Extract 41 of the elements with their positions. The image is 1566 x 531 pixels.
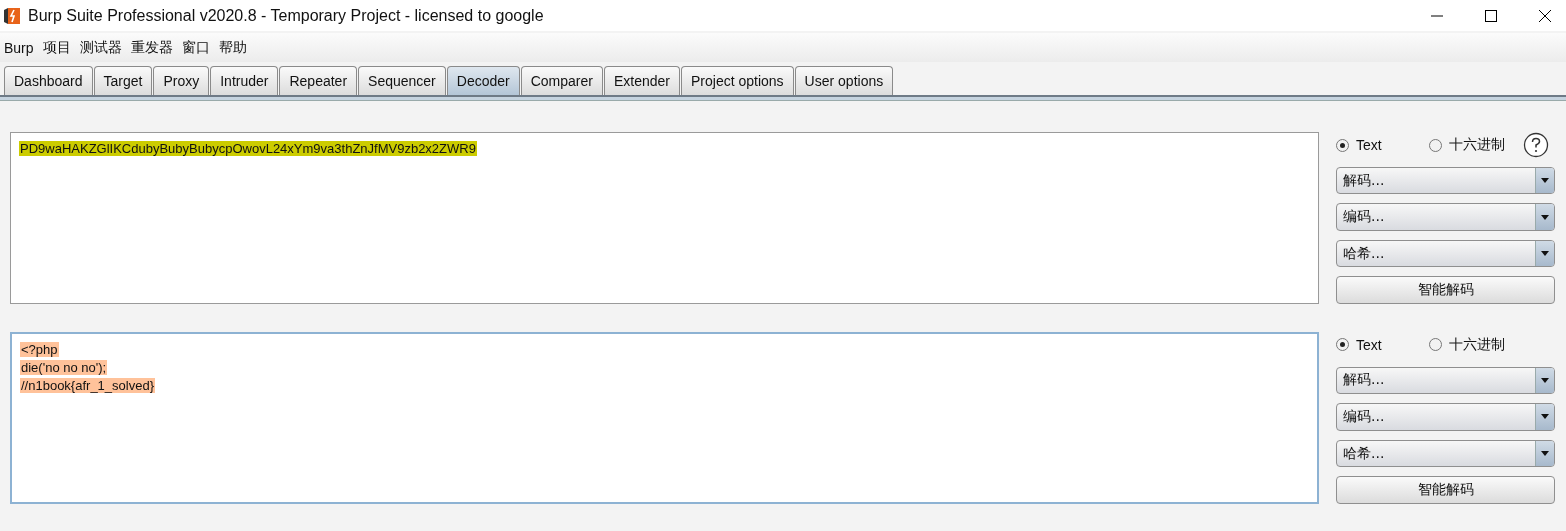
radio-button[interactable]: 十六进制	[1429, 136, 1522, 154]
menu-item[interactable]: 重发器	[130, 38, 173, 57]
dropdown[interactable]: 解码...	[1336, 167, 1555, 195]
tab[interactable]: Proxy	[153, 66, 210, 95]
dropdown[interactable]: 哈希...	[1336, 439, 1555, 468]
menu-item[interactable]: 帮助	[218, 38, 247, 57]
tab[interactable]: Decoder	[446, 66, 520, 95]
menu-item[interactable]: Burp	[4, 39, 34, 56]
tab[interactable]: Comparer	[520, 66, 603, 95]
radio-button[interactable]: Text	[1336, 137, 1429, 153]
caret-icon	[1540, 213, 1550, 221]
text-editor[interactable]: PD9waHAKZGlIKCdubyBubyBubycpOwovL24xYm9va3thZnJfMV9zb2x2ZWR9	[10, 132, 1319, 304]
caret-icon	[1540, 177, 1550, 185]
dropdown[interactable]: 哈希...	[1336, 239, 1555, 268]
close-icon[interactable]	[1538, 8, 1552, 23]
tab[interactable]: User options	[794, 66, 894, 95]
window-title: Burp Suite Professional v2020.8 - Temporary Project - licensed to google	[28, 6, 544, 25]
tab[interactable]: Dashboard	[4, 66, 93, 95]
dropdown[interactable]: 编码...	[1336, 403, 1555, 431]
menu-item[interactable]: 项目	[42, 38, 71, 57]
tab[interactable]: Sequencer	[358, 66, 446, 95]
tab[interactable]: Intruder	[210, 66, 279, 95]
menu-item[interactable]: 测试器	[79, 38, 122, 57]
tab[interactable]: Project options	[681, 66, 794, 95]
tab[interactable]: Target	[93, 66, 153, 95]
dropdown[interactable]: 编码...	[1336, 203, 1555, 231]
tab[interactable]: Repeater	[279, 66, 358, 95]
radio-button[interactable]: Text	[1336, 336, 1429, 353]
smart-decode-button[interactable]: 智能解码	[1336, 276, 1555, 304]
maximize-icon[interactable]	[1484, 8, 1498, 23]
caret-icon	[1540, 450, 1550, 458]
caret-icon	[1540, 250, 1550, 258]
caret-icon	[1540, 376, 1550, 384]
dropdown[interactable]: 解码...	[1336, 366, 1555, 395]
help-icon[interactable]	[1523, 132, 1549, 158]
caret-icon	[1540, 413, 1550, 421]
smart-decode-button[interactable]: 智能解码	[1336, 476, 1555, 504]
tab[interactable]: Extender	[603, 66, 680, 95]
menu-item[interactable]: 窗口	[181, 38, 210, 57]
radio-button[interactable]: 十六进制	[1429, 335, 1522, 354]
text-editor[interactable]: <?php die('no no no'); //n1book{afr_1_solved}	[10, 332, 1319, 504]
